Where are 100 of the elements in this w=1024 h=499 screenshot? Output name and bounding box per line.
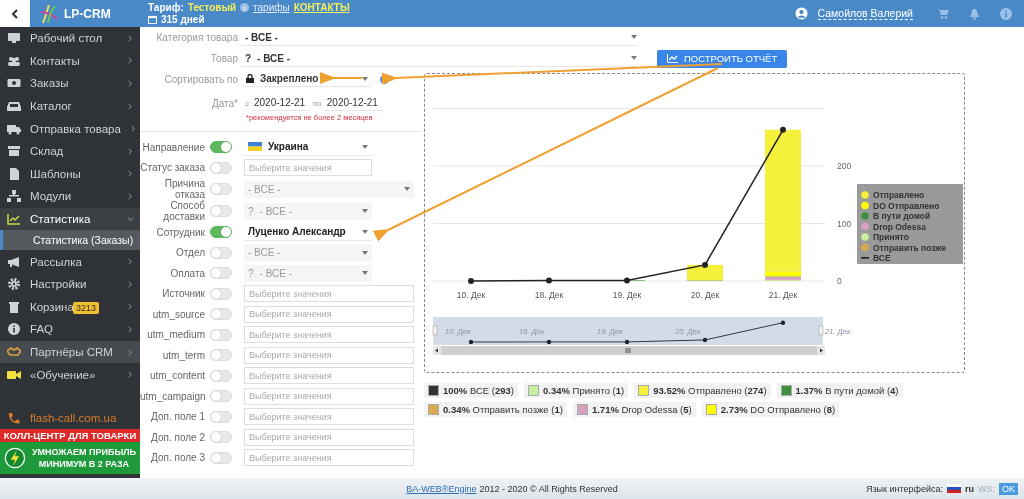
- days-left: 315 дней: [161, 14, 205, 25]
- tray-icon: [7, 100, 21, 113]
- copyright-text: 2012 - 2020 © All Rights Reserved: [479, 483, 618, 494]
- sidebar-item[interactable]: Настройки: [0, 272, 140, 296]
- legend-marker-icon: [861, 222, 869, 231]
- scrollbar[interactable]: [433, 346, 825, 355]
- collapse-icon[interactable]: [11, 8, 19, 19]
- summary-chip: 1.71% Drop Odessa (5): [572, 402, 696, 417]
- input-field[interactable]: Выберите значения: [244, 346, 414, 364]
- sidebar-item[interactable]: Склад: [0, 139, 140, 163]
- language-code[interactable]: ru: [965, 483, 974, 494]
- toggle-switch[interactable]: [210, 226, 232, 239]
- input-field[interactable]: Выберите значения: [244, 326, 414, 344]
- gear-icon: [7, 278, 21, 291]
- caret-icon: [404, 187, 410, 191]
- legend-label: ВСЕ: [873, 253, 891, 263]
- caret-icon: [362, 271, 368, 276]
- legend-label: В пути домой: [873, 211, 931, 221]
- axis-tick-label: 100: [837, 218, 852, 229]
- input-field[interactable]: Выберите значения: [244, 387, 414, 405]
- banner-text: УМНОЖАЕМ ПРИБЫЛЬ: [31, 447, 136, 457]
- date-from-label: с: [244, 98, 250, 108]
- filter-label: Статус заказа: [140, 162, 205, 174]
- axis-tick-label: 19. Дек: [612, 290, 642, 300]
- truck-icon: [7, 122, 21, 135]
- caret-icon: [362, 209, 368, 213]
- input-field[interactable]: Выберите значения: [244, 367, 414, 385]
- date-field[interactable]: 2020-12-21: [252, 95, 310, 111]
- input-field[interactable]: Выберите значения: [244, 449, 414, 467]
- sidebar-item[interactable]: FAQ: [0, 318, 140, 341]
- date-field[interactable]: 2020-12-21: [324, 95, 383, 111]
- promo-banner[interactable]: УМНОЖАЕМ ПРИБЫЛЬ МИНИМУМ В 2 РАЗА: [0, 442, 140, 474]
- legend-label: Отправлено: [873, 190, 925, 200]
- legend-label: DO Отправлено: [873, 200, 940, 211]
- build-report-button[interactable]: ПОСТРОИТЬ ОТЧЁТ: [657, 49, 788, 68]
- info-icon[interactable]: [240, 3, 250, 12]
- cart-icon[interactable]: [937, 8, 949, 19]
- input-field[interactable]: Выберите значения: [244, 159, 372, 177]
- caret-icon: [631, 56, 637, 60]
- sidebar-item[interactable]: Отправка товара: [0, 117, 140, 140]
- sidebar-item[interactable]: Модули: [0, 185, 140, 208]
- input-field[interactable]: Выберите значения: [244, 285, 414, 303]
- promo-link[interactable]: flash-call.com.ua: [0, 407, 140, 429]
- sidebar-item[interactable]: «Обучение»: [0, 363, 140, 386]
- summary-chip: 100% ВСЕ (293): [424, 383, 518, 398]
- input-field[interactable]: Выберите значения: [244, 428, 414, 446]
- chart-line-icon: [7, 213, 21, 226]
- sidebar-item[interactable]: Каталог: [0, 94, 140, 118]
- sidebar-subitem[interactable]: Статистика (Заказы): [0, 230, 140, 251]
- sidebar-item[interactable]: Статистика: [0, 207, 140, 231]
- filter-label: Причина отказа: [163, 178, 205, 200]
- ws-label: WS:: [978, 483, 995, 494]
- filter-label: utm_term: [161, 349, 205, 361]
- sitemap-icon: [7, 190, 21, 203]
- archive-box-icon: [7, 145, 21, 158]
- sidebar-item[interactable]: Контакты: [0, 49, 140, 73]
- filter-label: utm_campaign: [140, 390, 205, 402]
- tariff-label: Тариф:: [148, 2, 184, 13]
- sidebar-item[interactable]: Партнёры CRM: [0, 340, 140, 364]
- sidebar-item[interactable]: Корзина 3213: [0, 295, 140, 319]
- axis-tick-label: 10. Дек: [456, 290, 486, 300]
- info-icon[interactable]: [1000, 7, 1012, 20]
- banknote-icon: [7, 77, 21, 90]
- legend-marker-icon: [861, 233, 869, 241]
- sidebar-item[interactable]: Шаблоны: [0, 162, 140, 186]
- point: [702, 261, 708, 268]
- legend-marker-icon: [861, 243, 869, 252]
- user-name[interactable]: Самойлов Валерий: [817, 7, 913, 20]
- filter-label: Доп. поле 1: [150, 411, 205, 423]
- filter-label: utm_medium: [146, 329, 205, 341]
- language-label: Язык интерфейса:: [865, 483, 943, 494]
- toggle-switch[interactable]: [210, 141, 232, 154]
- megaphone-icon: [7, 255, 21, 268]
- field-label: Сортировать по: [163, 73, 239, 85]
- info-icon: [7, 323, 21, 336]
- tariff-plan: Тестовый: [187, 2, 237, 13]
- caret-icon: [362, 229, 368, 234]
- user-icon: [794, 7, 808, 20]
- point: [624, 277, 630, 284]
- legend-marker-icon: [861, 212, 869, 220]
- select-field[interactable]: Закреплено: [242, 71, 372, 87]
- video-camera-icon: [7, 368, 21, 381]
- input-field[interactable]: Выберите значения: [244, 408, 414, 426]
- summary-chip: 0.34% Принято (1): [524, 383, 629, 398]
- axis-tick-label: 200: [837, 161, 852, 171]
- axis-tick-label: 0: [837, 276, 842, 286]
- summary-chip: 93.52% Отправлено (274): [634, 383, 771, 398]
- caret-icon: [362, 76, 368, 81]
- summary-chip: 1.37% В пути домой (4): [776, 383, 903, 398]
- sidebar-item[interactable]: Рассылка: [0, 250, 140, 273]
- input-field[interactable]: Выберите значения: [244, 305, 414, 323]
- bell-icon[interactable]: [969, 7, 980, 20]
- sidebar-item[interactable]: Заказы: [0, 72, 140, 95]
- axis-tick-label: 21. Дек: [768, 290, 798, 300]
- trash-icon: [7, 300, 21, 313]
- annotation-arrow: [320, 72, 363, 84]
- brand-link[interactable]: BA-WEB®Engine: [406, 483, 477, 494]
- people-icon: [7, 54, 21, 67]
- sidebar-item[interactable]: Рабочий стол: [0, 27, 140, 50]
- monitor-icon: [7, 32, 21, 45]
